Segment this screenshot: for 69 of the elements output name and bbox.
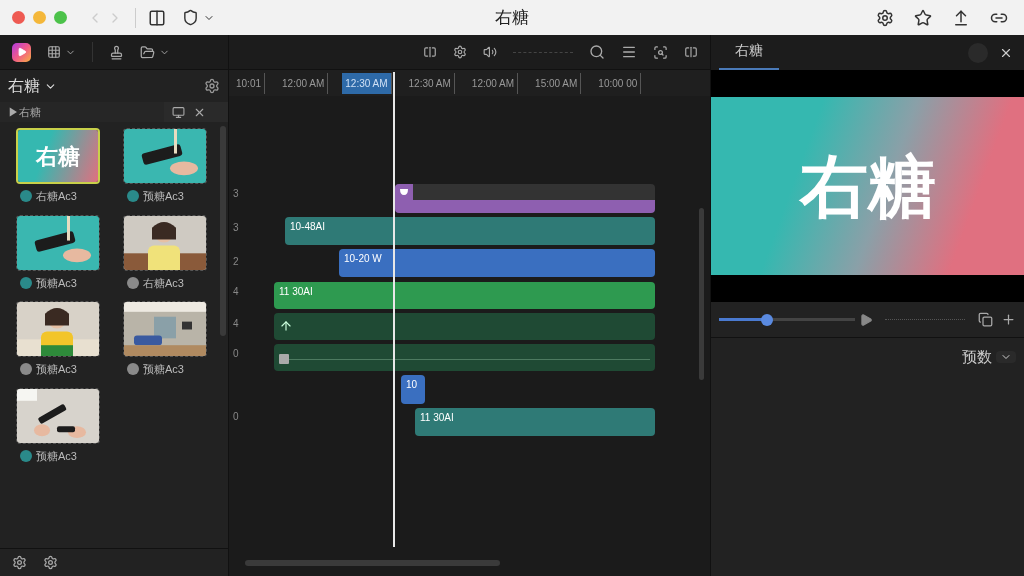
media-label: 预糖Ac3 (36, 362, 77, 377)
track-number: 4 (233, 285, 239, 299)
video-clip[interactable]: 10-48AI (285, 217, 655, 245)
play-icon[interactable] (859, 312, 873, 327)
stamp-icon[interactable] (109, 44, 124, 60)
effect-clip[interactable] (274, 313, 655, 340)
close-icon[interactable] (999, 46, 1013, 60)
vertical-scrollbar-thumb[interactable] (699, 208, 704, 380)
preview-title: 右糖 (799, 147, 936, 226)
close-window-button[interactable] (12, 11, 25, 24)
library-title[interactable]: 右糖 (8, 74, 40, 98)
settings-icon[interactable] (876, 8, 894, 27)
settings-icon[interactable] (43, 555, 58, 570)
window-title: 右糖 (495, 6, 529, 29)
app-logo-icon[interactable] (12, 42, 31, 62)
split-icon[interactable] (684, 45, 698, 59)
ruler-time[interactable]: 10:00 00 (595, 72, 642, 94)
frame-icon[interactable] (978, 312, 993, 327)
media-label: 预糖Ac3 (143, 362, 184, 377)
scrollbar-thumb[interactable] (220, 126, 226, 336)
media-label: 预糖Ac3 (36, 448, 77, 464)
upload-icon[interactable] (952, 8, 970, 27)
media-label: 预糖Ac3 (36, 275, 77, 291)
cup-icon (399, 188, 409, 196)
ruler-time[interactable]: 12:30 AM (342, 72, 392, 94)
star-icon[interactable] (914, 8, 932, 27)
folder-name[interactable]: ▶右糖 (8, 103, 41, 121)
settings-icon[interactable] (204, 78, 220, 94)
folder-icon[interactable] (140, 44, 155, 60)
add-icon[interactable] (1001, 312, 1016, 327)
track-number: 4 (233, 317, 239, 331)
ruler-time[interactable]: 10:01 (233, 72, 266, 94)
zoom-fit-icon[interactable] (653, 44, 668, 60)
horizontal-scrollbar-thumb[interactable] (245, 560, 500, 566)
search-icon[interactable] (589, 44, 605, 60)
track-number: 0 (233, 347, 239, 361)
track-number: 2 (233, 255, 239, 269)
ruler-time[interactable]: 12:00 AM (279, 72, 329, 94)
sidebar-icon[interactable] (148, 8, 166, 27)
media-label: 预糖Ac3 (143, 189, 184, 204)
thumbnail-title: 右糖 (36, 142, 80, 171)
preset-dropdown[interactable]: 预数 (962, 346, 1016, 369)
clip-label: 10 (406, 378, 418, 390)
video-clip[interactable]: 11 30AI (415, 408, 655, 436)
volume-icon[interactable] (483, 45, 497, 59)
track-number: 3 (233, 221, 239, 235)
split-icon[interactable] (423, 45, 437, 59)
track-number: 0 (233, 410, 239, 424)
ruler-time[interactable]: 12:00 AM (468, 72, 519, 94)
media-label: 右糖Ac3 (36, 189, 77, 204)
settings-icon[interactable] (453, 45, 467, 59)
clip-label: 11 30AI (420, 411, 454, 423)
settings-icon[interactable] (12, 555, 27, 570)
media-label: 右糖Ac3 (143, 275, 184, 291)
clip-label: 10-48AI (290, 220, 326, 232)
ruler-time[interactable]: 12:30 AM (405, 72, 455, 94)
menu-icon[interactable] (621, 44, 637, 60)
clip-label: 10-20 W (344, 252, 382, 264)
ruler-time[interactable]: 15:00 AM (532, 72, 582, 94)
title-clip[interactable] (395, 184, 655, 213)
playback-slider[interactable] (719, 312, 855, 327)
video-clip[interactable]: 11 30AI (274, 282, 655, 309)
video-clip[interactable]: 10 (401, 375, 425, 404)
track-number: 3 (233, 187, 239, 201)
monitor-icon[interactable] (172, 105, 185, 119)
shield-icon[interactable] (182, 9, 199, 26)
video-clip[interactable]: 10-20 W (339, 249, 655, 277)
grid-icon[interactable] (47, 45, 61, 59)
clip-label: 11 30AI (279, 285, 313, 297)
